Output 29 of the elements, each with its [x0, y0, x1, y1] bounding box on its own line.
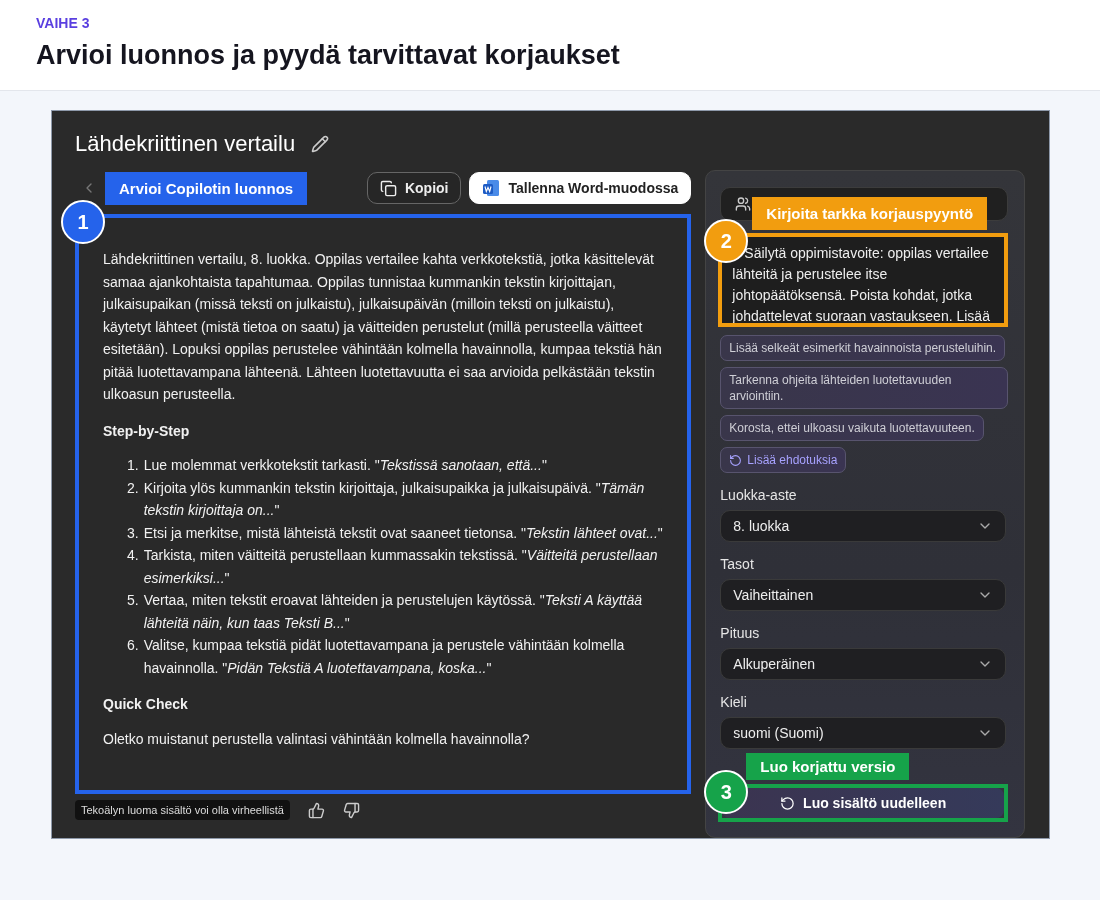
page-title: Arvioi luonnos ja pyydä tarvittavat korjaukset — [36, 40, 621, 71]
step-label: VAIHE 3 — [36, 15, 91, 31]
step-badge: 3 — [704, 770, 749, 814]
step-badge: 1 — [61, 200, 105, 244]
document-title: Lähdekriittinen vertailu — [75, 130, 296, 157]
step-text: Tarkista, miten väitteitä perustellaan kummassakin tekstissä. "Väitteitä perustellaan esimerkiksi..." — [143, 546, 659, 588]
callout-label: Arvioi Copilotin luonnos — [105, 171, 308, 205]
list-number: 6. — [127, 636, 139, 655]
step-text: Vertaa, miten tekstit eroavat lähteiden ja perustelujen käytössä. "Teksti A käyttää lähteitä näin, kun taas Teksti B..." — [143, 591, 644, 633]
list-number: 4. — [127, 546, 139, 565]
list-number: 5. — [127, 591, 139, 610]
field-label: Pituus — [720, 625, 761, 641]
field-label: Tasot — [720, 556, 755, 572]
list-number: 3. — [127, 523, 139, 543]
check-question: Oletko muistanut perustella valintasi vähintään kolmella havainnolla? — [103, 729, 531, 749]
step-text: Etsi ja merkitse, mistä lähteistä tekstit ovat saaneet tietonsa. "Tekstin lähteet ovat..." — [143, 523, 663, 543]
section-heading: Step-by-Step — [103, 421, 191, 441]
field-label: Luokka-aste — [720, 487, 798, 503]
callout-label: Luo korjattu versio — [746, 753, 910, 780]
section-heading: Quick Check — [103, 695, 189, 714]
field-label: Kieli — [720, 694, 748, 710]
step-text: Kirjoita ylös kummankin tekstin kirjoittaja, julkaisupaikka ja julkaisupäivä. "Tämän tekstin kirjoittaja on..." — [143, 478, 646, 520]
draft-paragraph: Lähdekriittinen vertailu, 8. luokka. Oppilas vertailee kahta verkkotekstiä, jotka käsittelevät samaa ajankohtaista tapahtumaa. Oppilas tunnistaa kummankin tekstin kirjoittajan, julkaisupaikan (missä teksti on julkaistu), julkaisupäivän (milloin teksti on julkaistu), käytetyt lähteet (mistä tietoa on saatu) ja väitteiden perustelut (millä perusteella väitteet esitetään). Lopuksi oppilas perustelee vähintään kolmella havainnolla, kumpaa tekstiä hän pitää luotettavampana lähteenä. Lähteen luotettavuutta ei saa arvioida pelkästään tekstin ulkoasun perusteella. — [103, 250, 663, 404]
step-text: Valitse, kumpaa tekstiä pidät luotettavampana ja perustele vähintään kolmella havainnolla. "Pidän Tekstiä A luotettavampana, koska..." — [143, 636, 626, 678]
list-number: 2. — [127, 478, 139, 498]
list-number: 1. — [127, 456, 139, 475]
disclaimer-tooltip: Tekoälyn luoma sisältö voi olla virheellistä — [75, 800, 290, 820]
step-text: Lue molemmat verkkotekstit tarkasti. "Tekstissä sanotaan, että..." — [143, 456, 547, 475]
callout-tooltip: Kirjoita tarkka korjauspyyntö — [752, 197, 988, 230]
